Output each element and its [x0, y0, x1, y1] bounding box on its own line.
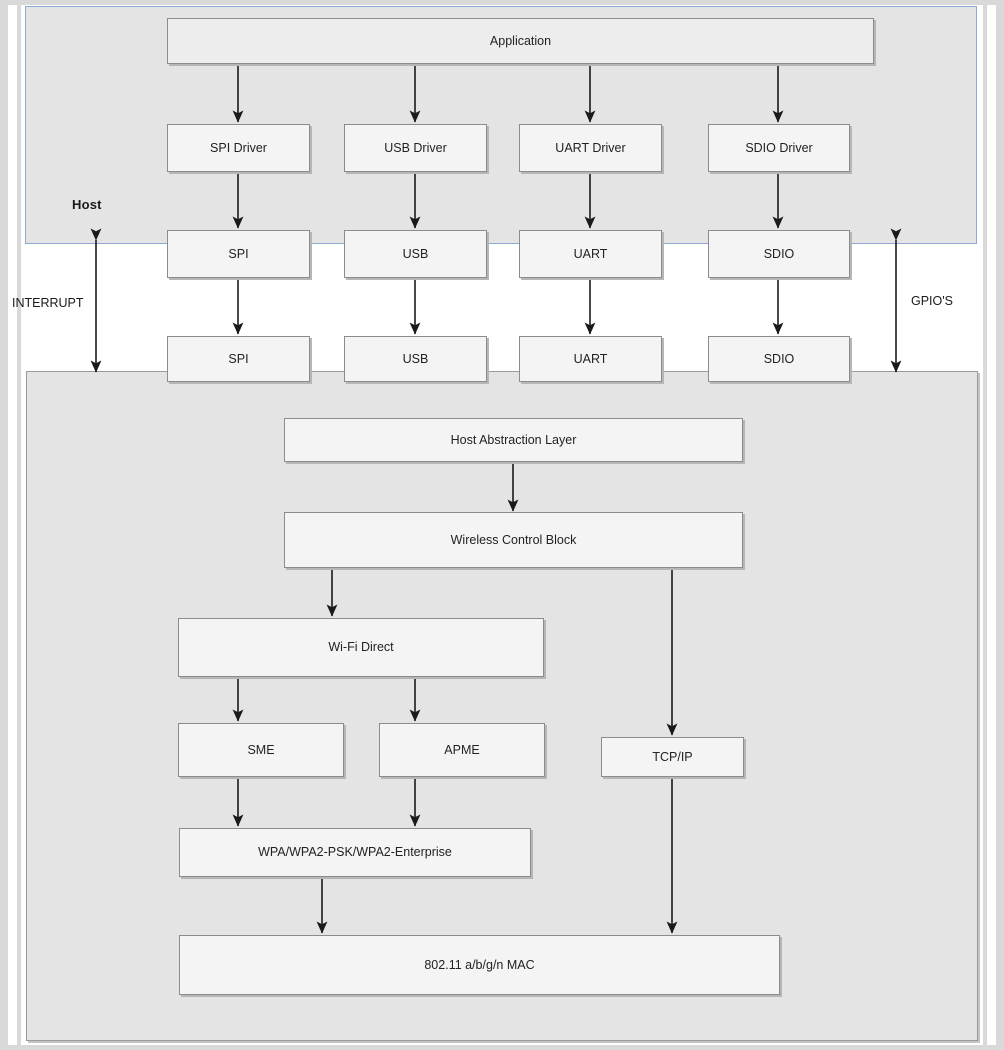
block-uart-driver[interactable]: UART Driver — [519, 124, 662, 172]
block-sme[interactable]: SME — [178, 723, 344, 777]
block-device-usb-label: USB — [402, 351, 429, 366]
block-80211-mac-label: 802.11 a/b/g/n MAC — [424, 957, 535, 972]
interrupt-label: INTERRUPT — [12, 296, 84, 310]
gpios-label: GPIO'S — [911, 294, 953, 308]
block-host-spi[interactable]: SPI — [167, 230, 310, 278]
block-wireless-control-block-label: Wireless Control Block — [450, 532, 577, 547]
block-apme[interactable]: APME — [379, 723, 545, 777]
block-usb-driver-label: USB Driver — [384, 140, 447, 155]
frame-top-band — [0, 0, 1004, 5]
block-device-sdio-label: SDIO — [763, 351, 795, 366]
block-host-spi-label: SPI — [228, 246, 249, 261]
block-host-uart[interactable]: UART — [519, 230, 662, 278]
block-wireless-control-block[interactable]: Wireless Control Block — [284, 512, 743, 568]
block-device-spi[interactable]: SPI — [167, 336, 310, 382]
block-wpa-security[interactable]: WPA/WPA2-PSK/WPA2-Enterprise — [179, 828, 531, 877]
frame-left-band — [0, 0, 8, 1050]
block-device-sdio[interactable]: SDIO — [708, 336, 850, 382]
block-sme-label: SME — [247, 742, 275, 757]
host-panel-label: Host — [72, 197, 102, 212]
block-host-abstraction-layer[interactable]: Host Abstraction Layer — [284, 418, 743, 462]
block-application-label: Application — [489, 33, 552, 48]
block-application[interactable]: Application — [167, 18, 874, 64]
block-apme-label: APME — [444, 742, 480, 757]
block-usb-driver[interactable]: USB Driver — [344, 124, 487, 172]
block-device-usb[interactable]: USB — [344, 336, 487, 382]
block-host-uart-label: UART — [573, 246, 608, 261]
block-wpa-security-label: WPA/WPA2-PSK/WPA2-Enterprise — [258, 845, 452, 859]
block-tcp-ip[interactable]: TCP/IP — [601, 737, 744, 777]
block-host-abstraction-layer-label: Host Abstraction Layer — [450, 432, 577, 447]
block-spi-driver[interactable]: SPI Driver — [167, 124, 310, 172]
frame-right-gutter-2 — [979, 0, 983, 1050]
block-wifi-direct[interactable]: Wi-Fi Direct — [178, 618, 544, 677]
frame-right-band — [996, 0, 1004, 1050]
block-tcp-ip-label: TCP/IP — [652, 749, 693, 764]
block-device-uart[interactable]: UART — [519, 336, 662, 382]
block-uart-driver-label: UART Driver — [555, 140, 626, 155]
block-wifi-direct-label: Wi-Fi Direct — [328, 640, 394, 654]
block-sdio-driver[interactable]: SDIO Driver — [708, 124, 850, 172]
frame-right-band-2 — [983, 0, 987, 1050]
frame-bottom-band — [0, 1045, 1004, 1050]
diagram-canvas: Host Application SPI Driver USB Driver U… — [0, 0, 1004, 1050]
frame-left-gutter — [8, 0, 17, 1050]
block-sdio-driver-label: SDIO Driver — [745, 140, 813, 155]
block-host-usb[interactable]: USB — [344, 230, 487, 278]
frame-right-gutter — [987, 0, 996, 1050]
block-host-sdio-label: SDIO — [763, 246, 795, 261]
block-host-usb-label: USB — [402, 246, 429, 261]
block-80211-mac[interactable]: 802.11 a/b/g/n MAC — [179, 935, 780, 995]
block-device-spi-label: SPI — [228, 351, 249, 366]
block-spi-driver-label: SPI Driver — [210, 140, 267, 155]
block-host-sdio[interactable]: SDIO — [708, 230, 850, 278]
block-device-uart-label: UART — [573, 351, 608, 366]
